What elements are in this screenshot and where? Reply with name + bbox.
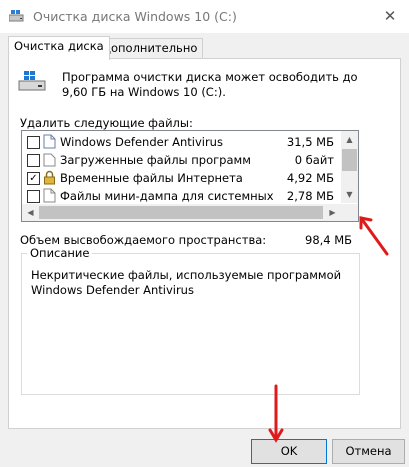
drive-icon [18, 70, 46, 92]
checkbox-checked[interactable]: ✓ [27, 172, 40, 185]
file-name: Временные файлы Интернета [60, 171, 243, 185]
vertical-scrollbar[interactable]: ▲ ▼ [341, 131, 358, 203]
file-size: 4,92 МБ [286, 171, 334, 185]
scroll-down-icon[interactable]: ▼ [341, 186, 358, 203]
tab-more-options[interactable]: Дополнительно [96, 38, 204, 59]
file-name: Windows Defender Antivirus [60, 135, 223, 149]
checkbox[interactable] [27, 136, 40, 149]
vertical-scroll-thumb[interactable] [342, 149, 357, 171]
intro-text: Программа очистки диска может освободить… [62, 70, 358, 99]
file-size: 31,5 МБ [286, 135, 334, 149]
files-list[interactable]: Windows Defender Antivirus 31,5 МБ Загру… [21, 130, 359, 222]
tab-disk-cleanup[interactable]: Очистка диска [8, 36, 110, 60]
list-item[interactable]: Windows Defender Antivirus 31,5 МБ [22, 133, 338, 151]
file-size: 2,78 МБ [286, 189, 334, 203]
scrollbar-corner [341, 204, 358, 221]
disk-cleanup-icon [8, 9, 25, 23]
scroll-right-icon[interactable]: ▶ [324, 204, 341, 221]
files-label: Удалить следующие файлы: [20, 116, 193, 130]
file-name: Загруженные файлы программ [60, 153, 251, 167]
cancel-button[interactable]: Отмена [332, 439, 405, 464]
list-item[interactable]: Файлы мини-дампа для системных 2,78 МБ [22, 187, 338, 205]
scroll-up-icon[interactable]: ▲ [341, 131, 358, 148]
list-item[interactable]: Загруженные файлы программ 0 байт [22, 151, 338, 169]
space-label: Объем высвобождаемого пространства: [20, 233, 267, 247]
window-title: Очистка диска Windows 10 (C:) [33, 9, 237, 24]
list-item[interactable]: ✓ Временные файлы Интернета 4,92 МБ [22, 169, 338, 187]
folder-icon [43, 152, 56, 167]
checkbox[interactable] [27, 154, 40, 167]
file-icon [43, 134, 56, 149]
horizontal-scroll-thumb[interactable] [39, 206, 323, 219]
ok-button[interactable]: OK [251, 439, 327, 464]
file-icon [43, 188, 56, 203]
horizontal-scrollbar[interactable]: ◀ ▶ [22, 204, 358, 221]
checkbox[interactable] [27, 190, 40, 203]
description-text: Некритические файлы, используемые програ… [31, 268, 342, 297]
close-icon[interactable]: ✕ [375, 4, 405, 28]
scroll-left-icon[interactable]: ◀ [22, 204, 39, 221]
description-title: Описание [27, 246, 93, 260]
title-bar: Очистка диска Windows 10 (C:) ✕ [0, 0, 409, 33]
file-name: Файлы мини-дампа для системных [60, 189, 274, 203]
lock-icon [43, 170, 56, 185]
file-size: 0 байт [294, 153, 334, 167]
space-value: 98,4 МБ [305, 233, 353, 247]
